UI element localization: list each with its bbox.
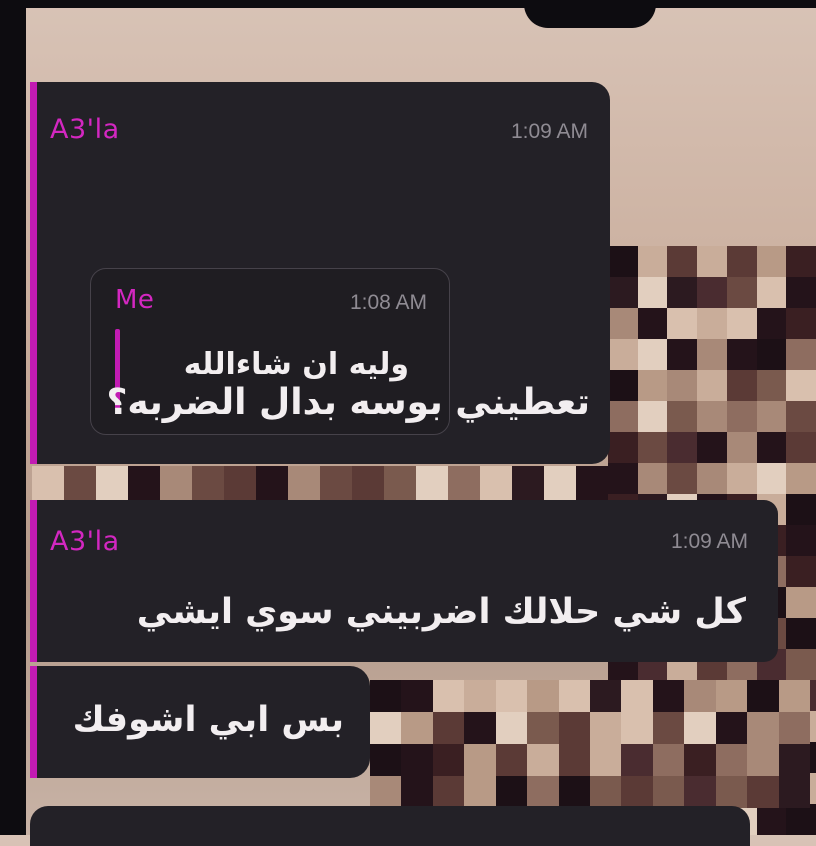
sender-name[interactable]: A3'la <box>50 526 120 557</box>
quoted-sender-name: Me <box>115 285 155 315</box>
pixelated-photo-bottom <box>370 680 810 808</box>
quoted-timestamp: 1:08 AM <box>349 291 427 314</box>
sender-name[interactable]: A3'la <box>50 114 120 145</box>
message-bubble-partial[interactable] <box>30 806 750 846</box>
message-text: بس ابي اشوفك <box>72 700 344 740</box>
message-timestamp: 1:09 AM <box>510 120 588 143</box>
message-timestamp: 1:09 AM <box>670 530 748 553</box>
pixelated-photo-strip <box>32 466 608 500</box>
message-bubble[interactable]: A3'la 1:09 AM كل شي حلالك اضربيني سوي اي… <box>30 500 778 662</box>
message-bubble[interactable]: بس ابي اشوفك <box>30 666 370 778</box>
left-panel-edge <box>0 0 26 835</box>
message-accent-bar <box>30 666 37 778</box>
message-text: كل شي حلالك اضربيني سوي ايشي <box>136 592 746 632</box>
top-notch <box>524 0 656 28</box>
message-accent-bar <box>30 500 37 662</box>
message-accent-bar <box>30 82 37 464</box>
quoted-message-text: وليه ان شاءالله <box>183 347 409 382</box>
top-edge <box>0 0 816 8</box>
message-text: تعطيني بوسه بدال الضربه؟ <box>106 382 591 423</box>
message-bubble[interactable]: A3'la 1:09 AM Me 1:08 AM وليه ان شاءالله… <box>30 82 610 464</box>
